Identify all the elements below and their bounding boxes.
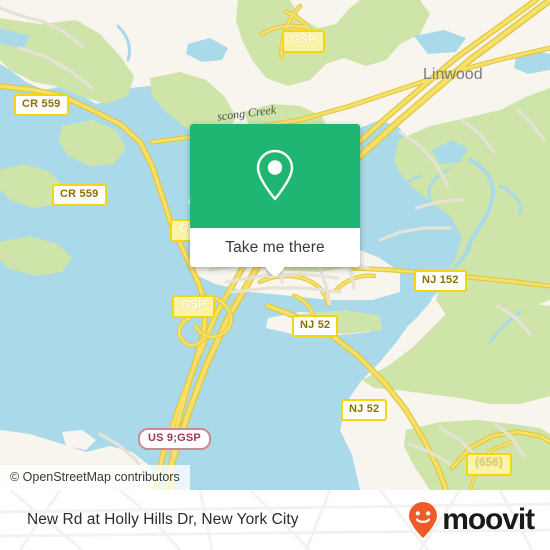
place-label-linwood: Linwood [423, 66, 483, 83]
shield-cr559-lower[interactable]: CR 559 [52, 184, 107, 206]
moovit-map-screenshot: GSP CR 559 CR 559 GSP NJ 152 GSP NJ 52 N… [0, 0, 550, 550]
shield-us9gsp[interactable]: US 9;GSP [138, 428, 211, 450]
shield-656[interactable]: (656) [466, 453, 512, 476]
shield-gsp-top[interactable]: GSP [282, 30, 325, 53]
map-pin-icon [256, 149, 294, 201]
moovit-wordmark: moovit [442, 503, 535, 536]
popup-pointer-tail [266, 266, 284, 276]
location-popup[interactable]: Take me there [190, 124, 360, 267]
take-me-there-label: Take me there [225, 238, 325, 256]
shield-cr559-upper[interactable]: CR 559 [14, 94, 69, 116]
popup-image-area [190, 124, 360, 228]
shield-nj52-lower[interactable]: NJ 52 [341, 399, 388, 421]
shield-nj52-upper[interactable]: NJ 52 [292, 315, 339, 337]
shield-gsp-lower[interactable]: GSP [172, 295, 215, 318]
page-title: New Rd at Holly Hills Dr, New York City [27, 511, 299, 528]
osm-attribution[interactable]: © OpenStreetMap contributors [0, 465, 190, 490]
moovit-logo[interactable]: moovit [407, 501, 535, 539]
footer-bar: New Rd at Holly Hills Dr, New York City … [0, 490, 550, 550]
take-me-there-button[interactable]: Take me there [190, 228, 360, 267]
shield-nj152[interactable]: NJ 152 [414, 270, 467, 292]
moovit-pin-icon [409, 502, 438, 538]
map-canvas[interactable]: GSP CR 559 CR 559 GSP NJ 152 GSP NJ 52 N… [0, 0, 550, 490]
